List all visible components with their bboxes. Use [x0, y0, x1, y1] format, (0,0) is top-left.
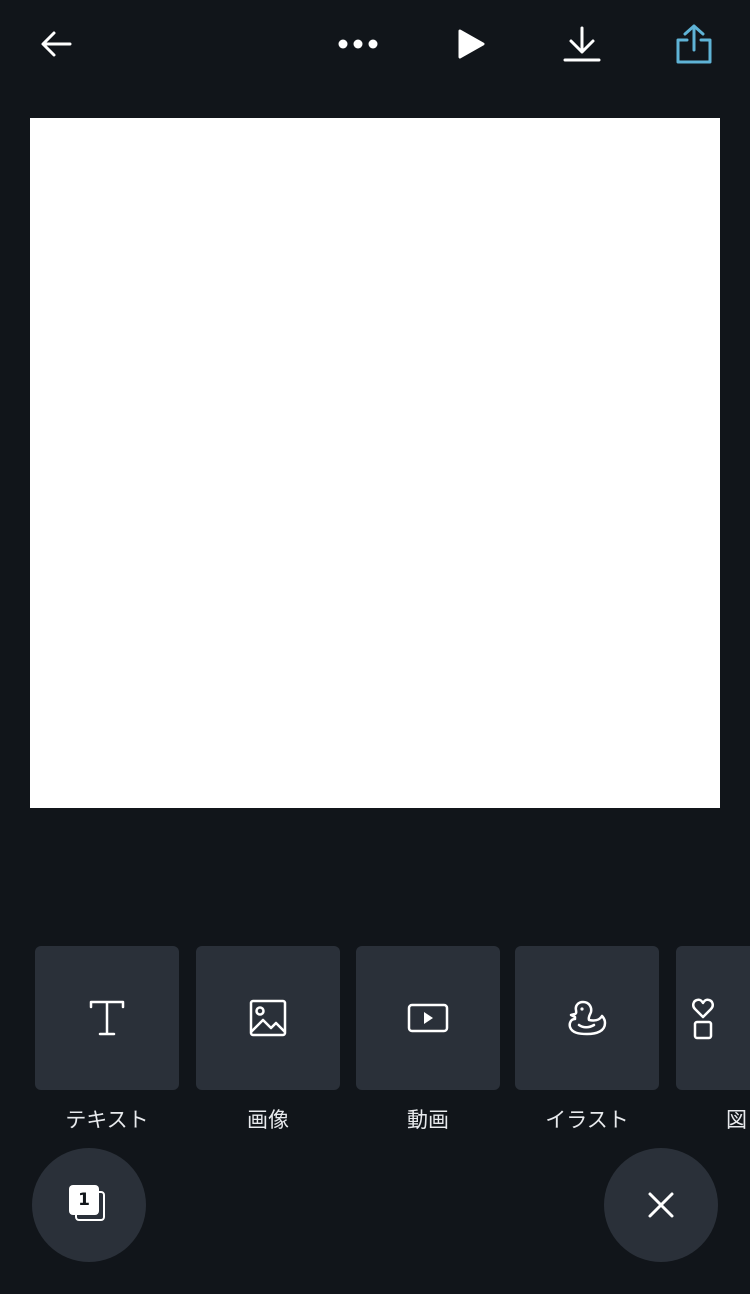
more-options-button[interactable]: [328, 14, 388, 74]
top-toolbar: [0, 0, 750, 90]
tray-tile[interactable]: [35, 946, 179, 1090]
editor-screen: テキスト 画像 動画 イラスト 図 1: [0, 0, 750, 1294]
tray-label: テキスト: [65, 1108, 149, 1132]
tray-label: イラスト: [545, 1108, 629, 1132]
tray-label: 動画: [407, 1108, 449, 1132]
download-button[interactable]: [552, 14, 612, 74]
close-icon: [648, 1192, 674, 1218]
arrow-left-icon: [41, 31, 72, 57]
tray-item-video[interactable]: 動画: [356, 946, 500, 1134]
design-canvas[interactable]: [30, 118, 720, 808]
element-tray: テキスト 画像 動画 イラスト 図: [0, 946, 750, 1146]
pages-icon: 1: [69, 1185, 109, 1225]
tray-label: 画像: [247, 1108, 289, 1132]
shapes-icon: [692, 998, 714, 1040]
pages-button[interactable]: 1: [32, 1148, 146, 1262]
tray-item-illustration[interactable]: イラスト: [515, 946, 659, 1134]
share-icon: [676, 24, 712, 64]
tray-item-text[interactable]: テキスト: [35, 946, 179, 1134]
share-button[interactable]: [664, 14, 724, 74]
duck-icon: [568, 1000, 607, 1036]
back-button[interactable]: [26, 14, 86, 74]
tray-tile[interactable]: [196, 946, 340, 1090]
tray-tile[interactable]: [515, 946, 659, 1090]
play-button[interactable]: [441, 14, 501, 74]
video-icon: [407, 1003, 449, 1033]
play-icon: [458, 29, 485, 59]
download-icon: [563, 26, 601, 62]
close-button[interactable]: [604, 1148, 718, 1262]
image-icon: [249, 999, 287, 1037]
tray-tile[interactable]: [676, 946, 750, 1090]
tray-item-image[interactable]: 画像: [196, 946, 340, 1134]
text-icon: [89, 1000, 125, 1036]
page-count-badge: 1: [69, 1185, 99, 1215]
more-horizontal-icon: [338, 39, 378, 49]
tray-tile[interactable]: [356, 946, 500, 1090]
tray-label: 図: [726, 1108, 747, 1132]
tray-item-shapes[interactable]: 図: [676, 946, 750, 1134]
